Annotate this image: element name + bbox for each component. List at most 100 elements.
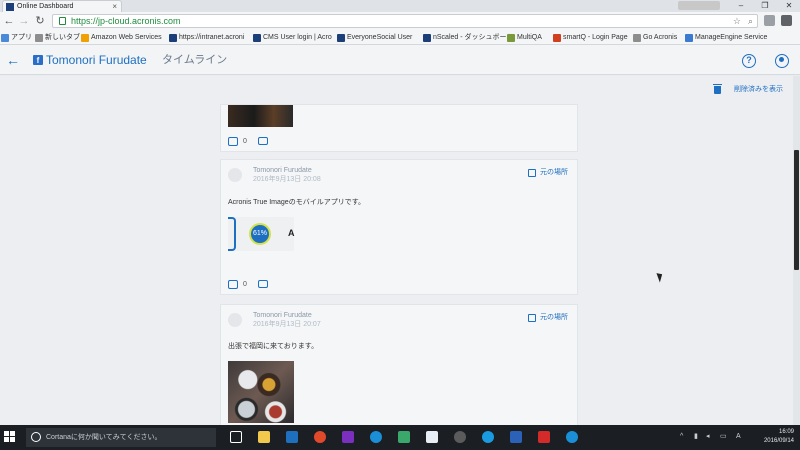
- user-account-icon[interactable]: [775, 54, 789, 68]
- windows-start-icon[interactable]: [4, 431, 16, 443]
- acronis-icon: [169, 34, 177, 42]
- address-bar[interactable]: https://jp-cloud.acronis.com ☆ ⌕: [52, 14, 758, 28]
- scrollbar-thumb[interactable]: [794, 150, 799, 270]
- back-nav-icon[interactable]: ←: [3, 13, 15, 29]
- post-timestamp: 2016年9月13日 20:07: [253, 321, 321, 328]
- help-icon[interactable]: ?: [742, 54, 756, 68]
- secure-lock-icon: [59, 17, 66, 25]
- post-timestamp: 2016年9月13日 20:08: [253, 176, 321, 183]
- bookmark-apps[interactable]: アプリ: [0, 31, 32, 44]
- menu-icon[interactable]: [781, 15, 792, 26]
- minimize-button[interactable]: ‒: [730, 0, 752, 12]
- bookmark-intranet[interactable]: https://intranet.acroni: [168, 31, 244, 44]
- post-card: 0: [220, 104, 578, 152]
- bookmark-aws[interactable]: Amazon Web Services: [80, 31, 162, 44]
- file-explorer-icon[interactable]: [258, 431, 270, 443]
- post-photo[interactable]: [228, 105, 293, 127]
- skype-business-icon[interactable]: [482, 431, 494, 443]
- account-name: Tomonori Furudate: [46, 53, 147, 67]
- task-view-icon[interactable]: [230, 431, 242, 443]
- taskbar-clock[interactable]: 16:09 2016/09/14: [752, 428, 794, 446]
- acronis-icon: [423, 34, 431, 42]
- like-icon[interactable]: [228, 280, 238, 289]
- bookmark-manageengine[interactable]: ManageEngine Service: [684, 31, 767, 44]
- timeline-content[interactable]: 削除済みを表示 0 Tomonori Furudate 2016年9月13日 2…: [0, 76, 796, 425]
- bookmark-newtab[interactable]: 新しいタブ: [34, 31, 80, 44]
- onenote-icon[interactable]: [342, 431, 354, 443]
- chrome-icon[interactable]: [314, 431, 326, 443]
- tab-timeline[interactable]: タイムライン: [162, 51, 227, 69]
- page-scrollbar[interactable]: [793, 76, 800, 425]
- show-deleted-label: 削除済みを表示: [734, 86, 783, 93]
- windows-taskbar: Cortanaに何か聞いてみてください。 ^ ▮ ◂ ▭ A 16:09 201…: [0, 425, 800, 450]
- facebook-icon: f: [33, 55, 43, 65]
- like-count: 0: [243, 281, 247, 288]
- extension-icon[interactable]: [764, 15, 775, 26]
- back-arrow-icon[interactable]: ←: [6, 51, 20, 69]
- reload-icon[interactable]: ↻: [34, 13, 46, 29]
- avatar: [228, 168, 242, 182]
- tab-close-icon[interactable]: ×: [112, 1, 117, 12]
- like-icon[interactable]: [228, 137, 238, 146]
- comment-icon[interactable]: [258, 280, 268, 288]
- bookmark-smartq[interactable]: smartQ - Login Page: [552, 31, 628, 44]
- check-icon: [507, 34, 515, 42]
- profile-chip[interactable]: [678, 1, 720, 10]
- acronis-icon: [253, 34, 261, 42]
- manageengine-icon: [685, 34, 693, 42]
- amazon-icon: [81, 34, 89, 42]
- ime-indicator[interactable]: A: [736, 432, 741, 442]
- browser-toolbar: ← → ↻ https://jp-cloud.acronis.com ☆ ⌕: [0, 12, 800, 30]
- apps-icon: [1, 34, 9, 42]
- cortana-icon: [31, 432, 41, 442]
- cortana-search-box[interactable]: Cortanaに何か聞いてみてください。: [26, 428, 216, 447]
- close-window-button[interactable]: ✕: [778, 0, 800, 12]
- external-link-icon: [528, 169, 536, 177]
- post-text: Acronis True Imageのモバイルアプリです。: [228, 199, 365, 206]
- app-icon[interactable]: [426, 431, 438, 443]
- avatar: [228, 313, 242, 327]
- post-photo[interactable]: [228, 361, 294, 423]
- powerpoint-icon[interactable]: [538, 431, 550, 443]
- phone-icon: [228, 217, 236, 251]
- network-icon[interactable]: ▮: [694, 432, 698, 442]
- link-preview[interactable]: 61% A: [228, 217, 295, 251]
- open-original-link[interactable]: 元の場所: [528, 313, 568, 323]
- trash-icon: [713, 84, 722, 94]
- page-icon: [633, 34, 641, 42]
- bookmark-everyonesocial[interactable]: EveryoneSocial User: [336, 31, 412, 44]
- maximize-button[interactable]: ❐: [754, 0, 776, 12]
- post-card: Tomonori Furudate 2016年9月13日 20:08 元の場所 …: [220, 159, 578, 295]
- app-header: ← f Tomonori Furudate タイムライン ?: [0, 45, 800, 75]
- app-icon[interactable]: [566, 431, 578, 443]
- open-original-link[interactable]: 元の場所: [528, 168, 568, 178]
- bookmark-cms[interactable]: CMS User login | Acro: [252, 31, 332, 44]
- acronis-icon[interactable]: [510, 431, 522, 443]
- post-text: 出張で福岡に来ております。: [228, 343, 319, 350]
- bookmark-nscaled[interactable]: nScaled - ダッシュボード: [422, 31, 514, 44]
- show-deleted-button[interactable]: 削除済みを表示: [713, 84, 783, 96]
- forward-nav-icon[interactable]: →: [18, 13, 30, 29]
- app-icon[interactable]: [398, 431, 410, 443]
- external-link-icon: [528, 314, 536, 322]
- skype-icon[interactable]: [370, 431, 382, 443]
- url-text[interactable]: https://jp-cloud.acronis.com: [71, 15, 181, 27]
- app-icon[interactable]: [454, 431, 466, 443]
- comment-icon[interactable]: [258, 137, 268, 145]
- browser-tab[interactable]: Online Dashboard ×: [2, 0, 122, 12]
- bookmarks-bar: アプリ 新しいタブ Amazon Web Services https://in…: [0, 30, 800, 45]
- progress-badge: 61%: [249, 223, 271, 245]
- bookmark-multiqa[interactable]: MultiQA: [506, 31, 542, 44]
- volume-icon[interactable]: ◂: [706, 432, 710, 442]
- bookmark-go-acronis[interactable]: Go Acronis: [632, 31, 677, 44]
- bookmark-star-icon[interactable]: ☆: [733, 15, 741, 27]
- tab-title: Online Dashboard: [17, 3, 74, 10]
- post-author: Tomonori Furudate: [253, 167, 312, 174]
- post-card: Tomonori Furudate 2016年9月13日 20:07 元の場所 …: [220, 304, 578, 425]
- tray-up-icon[interactable]: ^: [680, 432, 683, 442]
- acronis-favicon-icon: [6, 3, 14, 11]
- zoom-icon[interactable]: ⌕: [748, 15, 753, 27]
- outlook-icon[interactable]: [286, 431, 298, 443]
- post-author: Tomonori Furudate: [253, 312, 312, 319]
- keyboard-icon[interactable]: ▭: [720, 432, 727, 442]
